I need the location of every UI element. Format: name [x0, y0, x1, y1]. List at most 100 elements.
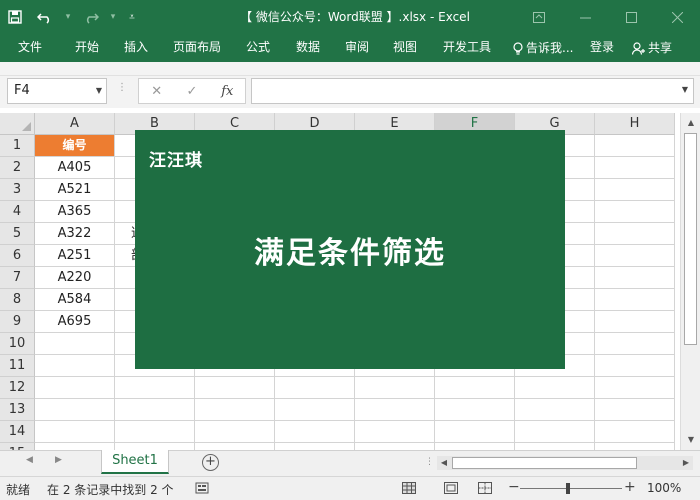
tab-developer[interactable]: 开发工具 — [443, 34, 491, 62]
vertical-scrollbar[interactable]: ▲ ▼ — [680, 113, 700, 450]
cell-d14[interactable] — [275, 421, 355, 443]
horizontal-scrollbar[interactable]: ◀ ▶ — [437, 456, 693, 470]
cancel-entry-button[interactable]: ✕ — [139, 84, 174, 99]
column-header-a[interactable]: A — [35, 113, 115, 135]
cell-d15[interactable] — [275, 443, 355, 450]
cell-e15[interactable] — [355, 443, 435, 450]
tab-split-handle-icon[interactable]: ⋮ — [425, 457, 434, 467]
cell-a8[interactable]: A584 — [35, 289, 115, 311]
splitter-dots-icon[interactable]: ⋮ — [117, 82, 127, 93]
formula-input[interactable]: ▼ — [251, 78, 694, 104]
cell-b15[interactable] — [115, 443, 195, 450]
cell-h8[interactable] — [595, 289, 675, 311]
insert-function-button[interactable]: fx — [210, 84, 245, 99]
cell-a5[interactable]: A322 — [35, 223, 115, 245]
cell-h12[interactable] — [595, 377, 675, 399]
sheet-tab-sheet1[interactable]: Sheet1 — [101, 450, 169, 474]
cell-h11[interactable] — [595, 355, 675, 377]
cell-c15[interactable] — [195, 443, 275, 450]
login-link[interactable]: 登录 — [590, 34, 614, 62]
cell-f13[interactable] — [435, 399, 515, 421]
row-header-2[interactable]: 2 — [0, 157, 35, 179]
cell-h7[interactable] — [595, 267, 675, 289]
cell-h3[interactable] — [595, 179, 675, 201]
cell-a2[interactable]: A405 — [35, 157, 115, 179]
previous-sheet-icon[interactable]: ◀ — [26, 455, 33, 465]
row-header-12[interactable]: 12 — [0, 377, 35, 399]
cell-a4[interactable]: A365 — [35, 201, 115, 223]
cell-b14[interactable] — [115, 421, 195, 443]
tab-review[interactable]: 审阅 — [345, 34, 369, 62]
cell-e12[interactable] — [355, 377, 435, 399]
cell-h9[interactable] — [595, 311, 675, 333]
scroll-down-icon[interactable]: ▼ — [684, 433, 698, 447]
cell-c13[interactable] — [195, 399, 275, 421]
macro-record-icon[interactable] — [195, 481, 209, 495]
scroll-left-icon[interactable]: ◀ — [437, 456, 451, 470]
cell-a14[interactable] — [35, 421, 115, 443]
cell-c14[interactable] — [195, 421, 275, 443]
scroll-up-icon[interactable]: ▲ — [684, 116, 698, 130]
undo-dropdown-button[interactable]: ▾ — [60, 0, 76, 34]
tell-me-box[interactable]: 告诉我... — [513, 34, 573, 62]
minimize-button[interactable] — [562, 0, 608, 34]
undo-button[interactable] — [30, 0, 60, 34]
cell-a10[interactable] — [35, 333, 115, 355]
customize-qat-button[interactable]: ⩡ — [120, 0, 144, 34]
cell-h4[interactable] — [595, 201, 675, 223]
select-all-button[interactable] — [0, 113, 35, 135]
cell-h6[interactable] — [595, 245, 675, 267]
tab-data[interactable]: 数据 — [296, 34, 320, 62]
cell-a1[interactable]: 编号 — [35, 135, 115, 157]
row-header-1[interactable]: 1 — [0, 135, 35, 157]
row-header-14[interactable]: 14 — [0, 421, 35, 443]
row-header-5[interactable]: 5 — [0, 223, 35, 245]
cell-g12[interactable] — [515, 377, 595, 399]
cell-h1[interactable] — [595, 135, 675, 157]
scroll-right-icon[interactable]: ▶ — [679, 456, 693, 470]
row-header-15[interactable]: 15 — [0, 443, 35, 450]
expand-formula-bar-icon[interactable]: ▼ — [682, 85, 688, 94]
tab-insert[interactable]: 插入 — [124, 34, 148, 62]
zoom-slider-thumb[interactable] — [566, 483, 570, 494]
name-box[interactable]: F4 ▼ — [7, 78, 107, 104]
row-header-6[interactable]: 6 — [0, 245, 35, 267]
cell-g15[interactable] — [515, 443, 595, 450]
tab-view[interactable]: 视图 — [393, 34, 417, 62]
cell-d12[interactable] — [275, 377, 355, 399]
next-sheet-icon[interactable]: ▶ — [55, 455, 62, 465]
close-button[interactable] — [654, 0, 700, 34]
cell-e13[interactable] — [355, 399, 435, 421]
confirm-entry-button[interactable]: ✓ — [174, 84, 209, 99]
vertical-scroll-thumb[interactable] — [684, 133, 697, 345]
cell-a11[interactable] — [35, 355, 115, 377]
cell-a13[interactable] — [35, 399, 115, 421]
cell-b12[interactable] — [115, 377, 195, 399]
cell-a15[interactable] — [35, 443, 115, 450]
cell-b13[interactable] — [115, 399, 195, 421]
cell-g13[interactable] — [515, 399, 595, 421]
row-header-13[interactable]: 13 — [0, 399, 35, 421]
row-header-7[interactable]: 7 — [0, 267, 35, 289]
zoom-slider[interactable] — [520, 488, 622, 489]
tab-file[interactable]: 文件 — [18, 34, 42, 62]
row-header-11[interactable]: 11 — [0, 355, 35, 377]
redo-button[interactable] — [76, 0, 106, 34]
tab-home[interactable]: 开始 — [75, 34, 99, 62]
cell-e14[interactable] — [355, 421, 435, 443]
row-header-3[interactable]: 3 — [0, 179, 35, 201]
column-header-h[interactable]: H — [595, 113, 675, 135]
add-sheet-icon[interactable]: + — [202, 454, 219, 471]
cell-h15[interactable] — [595, 443, 675, 450]
ribbon-display-options-button[interactable] — [516, 0, 562, 34]
row-header-4[interactable]: 4 — [0, 201, 35, 223]
maximize-button[interactable] — [608, 0, 654, 34]
chevron-down-icon[interactable]: ▼ — [96, 79, 102, 103]
redo-dropdown-button[interactable]: ▾ — [106, 0, 120, 34]
page-break-view-icon[interactable] — [478, 482, 492, 494]
cell-a3[interactable]: A521 — [35, 179, 115, 201]
cell-a7[interactable]: A220 — [35, 267, 115, 289]
cell-a12[interactable] — [35, 377, 115, 399]
row-header-8[interactable]: 8 — [0, 289, 35, 311]
tab-formulas[interactable]: 公式 — [246, 34, 270, 62]
